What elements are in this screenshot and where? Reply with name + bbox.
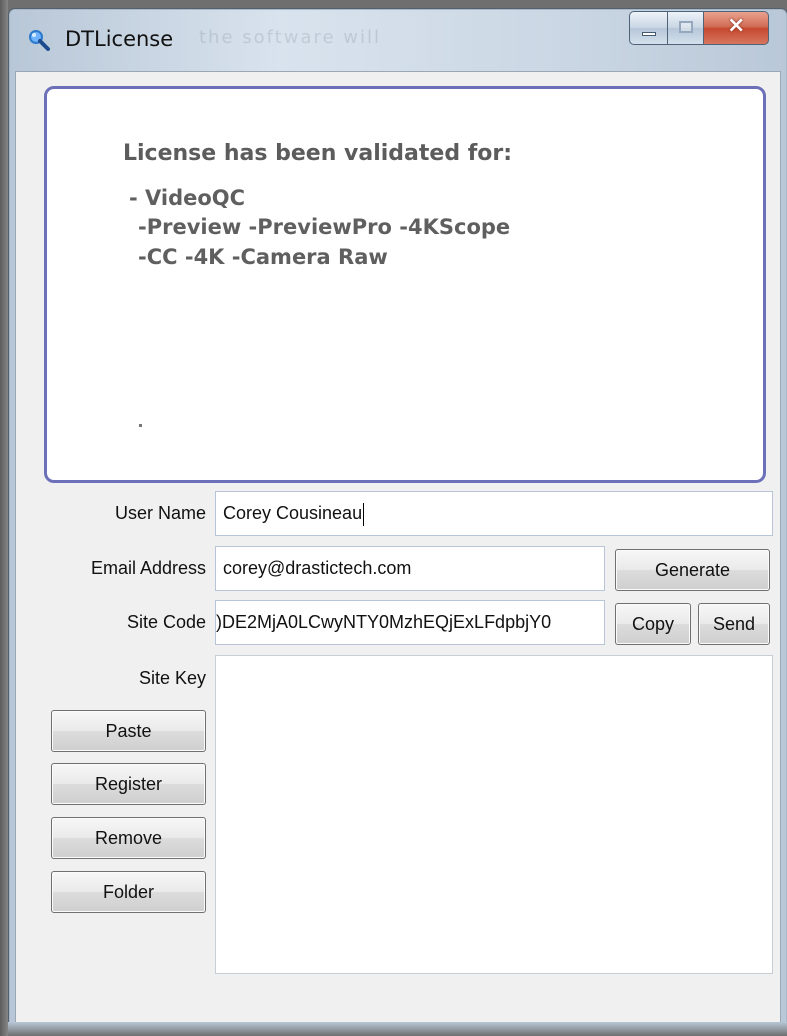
- paste-button[interactable]: Paste: [51, 710, 206, 752]
- license-heading: License has been validated for:: [123, 141, 513, 166]
- site-code-label: Site Code: [126, 612, 206, 632]
- generate-button[interactable]: Generate: [615, 549, 770, 591]
- panel-dot: [139, 424, 142, 427]
- send-button[interactable]: Send: [698, 603, 770, 645]
- window-bottom-shadow: [8, 1022, 787, 1036]
- client-area: License has been validated for: - VideoQ…: [15, 71, 781, 1029]
- minimize-icon: [642, 32, 656, 36]
- magnifier-icon: [29, 30, 50, 51]
- maximize-button[interactable]: [668, 11, 704, 45]
- window-title: DTLicense: [65, 27, 174, 51]
- license-line-preview: -Preview -PreviewPro -4KScope: [138, 215, 511, 239]
- license-status-panel: License has been validated for: - VideoQ…: [44, 86, 766, 483]
- window-controls: ×: [629, 11, 769, 48]
- close-icon: ×: [727, 13, 746, 38]
- copy-button[interactable]: Copy: [615, 603, 691, 645]
- site-key-textarea[interactable]: [215, 655, 773, 974]
- title-background-text: the software will: [199, 27, 382, 48]
- license-line-cc: -CC -4K -Camera Raw: [138, 245, 388, 269]
- license-line-videoqc: - VideoQC: [129, 186, 246, 210]
- user-name-input[interactable]: Corey Cousineau: [215, 491, 773, 536]
- email-address-input[interactable]: corey@drastictech.com: [215, 546, 605, 591]
- minimize-button[interactable]: [629, 11, 668, 45]
- close-button[interactable]: ×: [704, 11, 769, 45]
- register-button[interactable]: Register: [51, 763, 206, 805]
- dtlicense-window: DTLicense the software will × License ha…: [8, 8, 787, 1034]
- user-name-label: User Name: [114, 503, 206, 523]
- email-address-label: Email Address: [90, 558, 206, 578]
- folder-button[interactable]: Folder: [51, 871, 206, 913]
- text-caret: [363, 502, 365, 526]
- remove-button[interactable]: Remove: [51, 817, 206, 859]
- site-code-input[interactable]: )DE2MjA0LCwyNTY0MzhEQjExLFdpbjY0: [215, 600, 605, 645]
- user-name-value: Corey Cousineau: [223, 503, 363, 523]
- screen-left-edge: [0, 0, 8, 1036]
- site-key-label: Site Key: [138, 668, 206, 688]
- title-bar[interactable]: DTLicense the software will ×: [9, 9, 787, 71]
- maximize-icon: [679, 21, 693, 33]
